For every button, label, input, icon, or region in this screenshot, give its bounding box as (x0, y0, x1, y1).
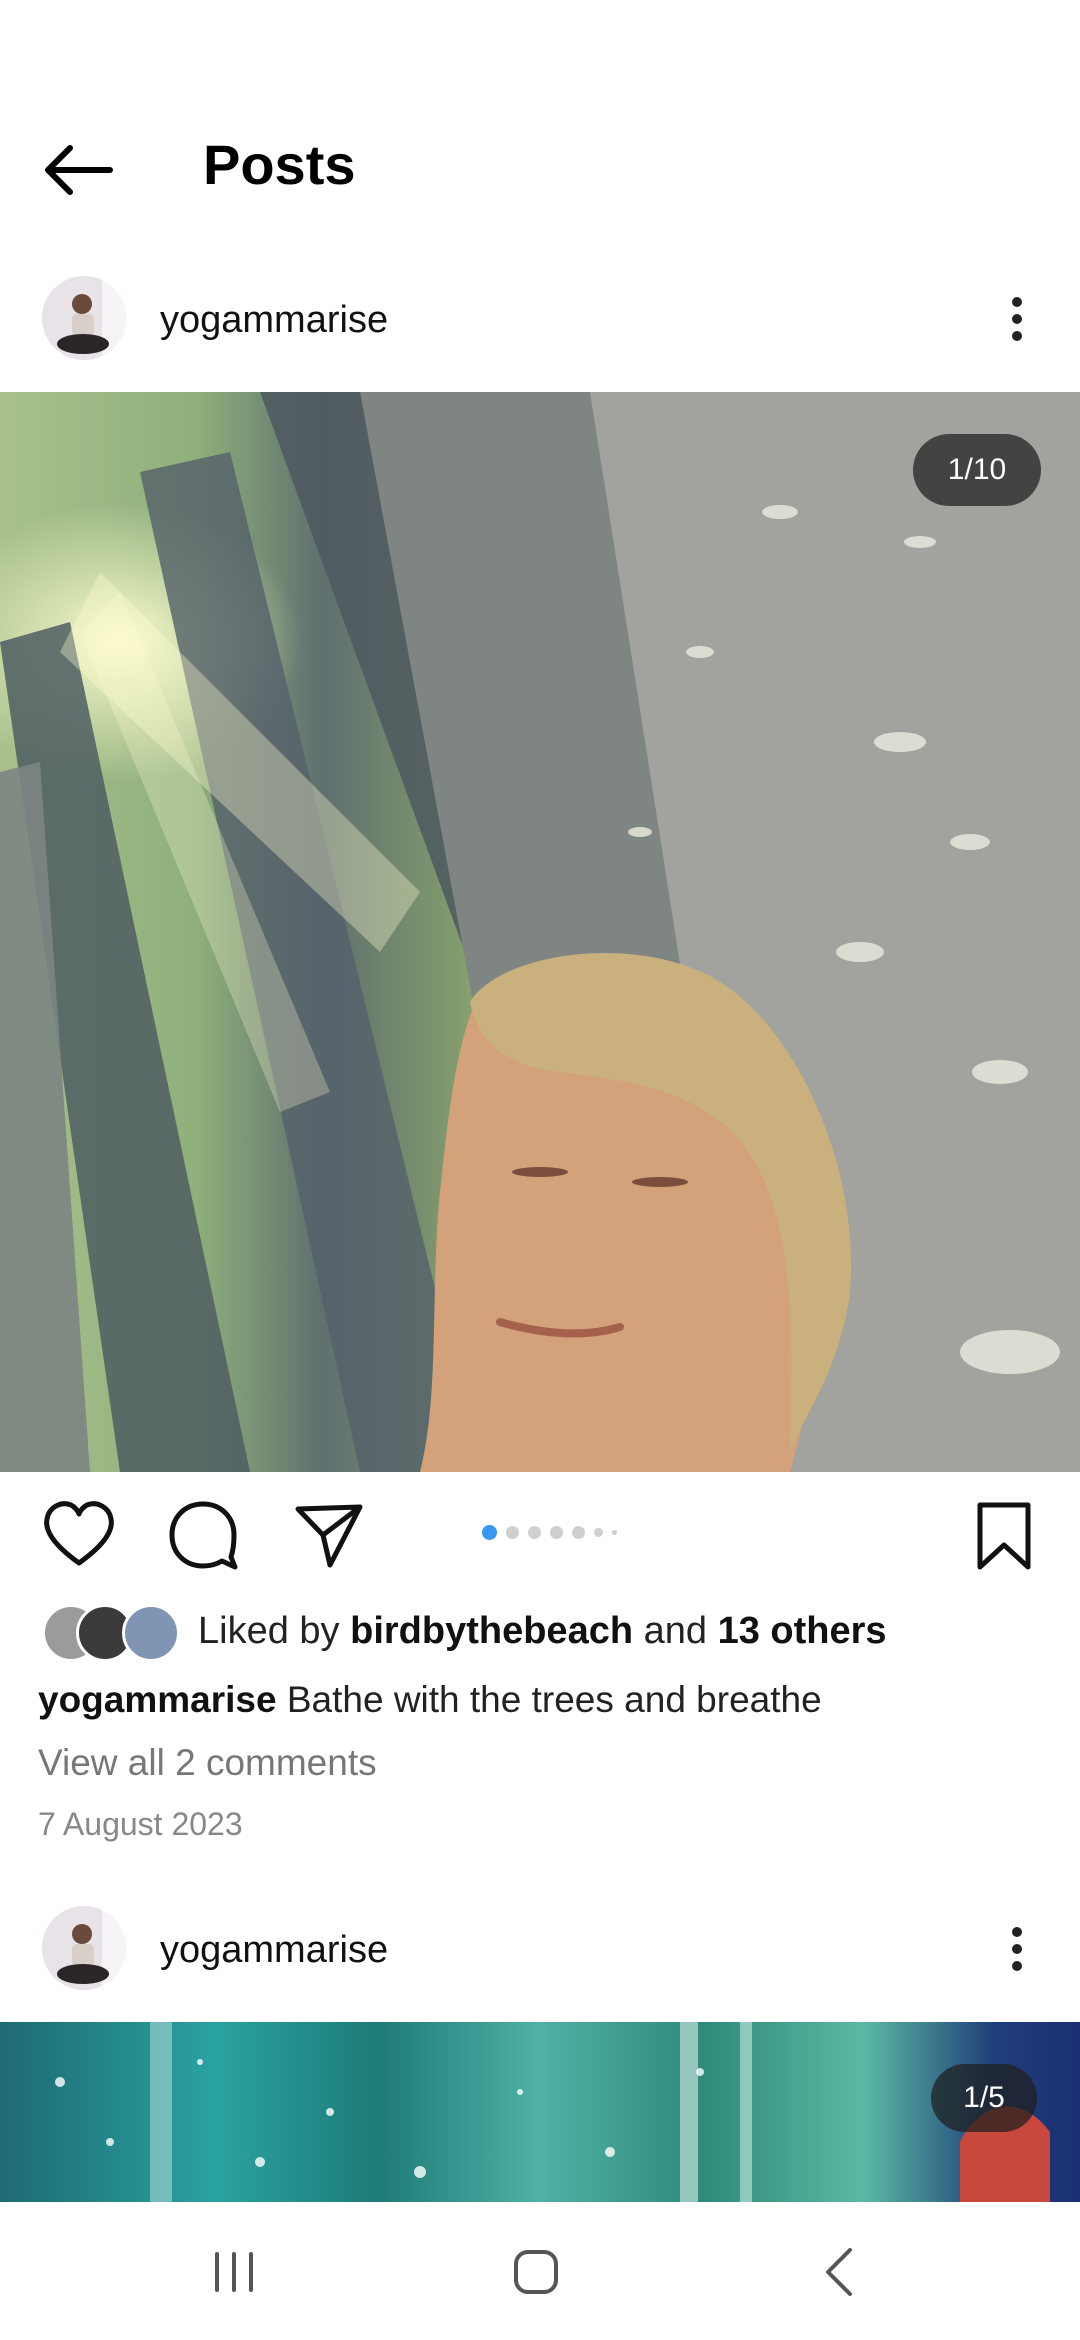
post-username[interactable]: yogammarise (160, 299, 388, 342)
system-nav-bar (0, 2202, 1080, 2340)
carousel-dot (572, 1526, 585, 1539)
likes-summary[interactable]: Liked by birdbythebeach and 13 others (198, 1610, 887, 1653)
carousel-dot (550, 1526, 563, 1539)
liked-by-and: and (643, 1610, 708, 1652)
avatar[interactable] (42, 276, 126, 360)
page-title: Posts (203, 133, 356, 196)
comment-icon[interactable] (165, 1497, 241, 1573)
post-photo[interactable] (0, 392, 1080, 1472)
carousel-dot-active (482, 1525, 497, 1540)
liker-avatar (122, 1604, 180, 1662)
post-photo[interactable] (0, 2022, 1080, 2202)
carousel-dot (612, 1530, 617, 1535)
liked-by-others[interactable]: 13 others (718, 1610, 887, 1652)
share-icon[interactable] (290, 1497, 366, 1573)
caption-text: Bathe with the trees and breathe (276, 1679, 822, 1720)
image-counter: 1/5 (931, 2064, 1037, 2132)
image-counter: 1/10 (913, 434, 1041, 506)
more-options-icon[interactable] (1005, 288, 1029, 352)
carousel-indicator (482, 1525, 617, 1540)
more-options-icon[interactable] (1005, 1918, 1029, 1982)
carousel-dot (528, 1526, 541, 1539)
home-icon[interactable] (486, 2222, 586, 2322)
bookmark-icon[interactable] (966, 1497, 1042, 1573)
nav-back-icon[interactable] (790, 2222, 890, 2322)
liker-avatars[interactable] (42, 1604, 182, 1662)
avatar[interactable] (42, 1906, 126, 1990)
caption-username[interactable]: yogammarise (38, 1679, 277, 1720)
post-username[interactable]: yogammarise (160, 1929, 388, 1972)
carousel-dot (506, 1526, 519, 1539)
back-arrow-icon[interactable] (40, 140, 120, 200)
view-comments-link[interactable]: View all 2 comments (38, 1742, 377, 1784)
carousel-dot (594, 1528, 603, 1537)
heart-icon[interactable] (41, 1497, 117, 1573)
liked-by-label: Liked by (198, 1610, 340, 1652)
post-date: 7 August 2023 (38, 1806, 243, 1842)
post-caption: yogammarise Bathe with the trees and bre… (38, 1679, 822, 1721)
recents-icon[interactable] (184, 2222, 284, 2322)
liked-by-user[interactable]: birdbythebeach (350, 1610, 633, 1652)
